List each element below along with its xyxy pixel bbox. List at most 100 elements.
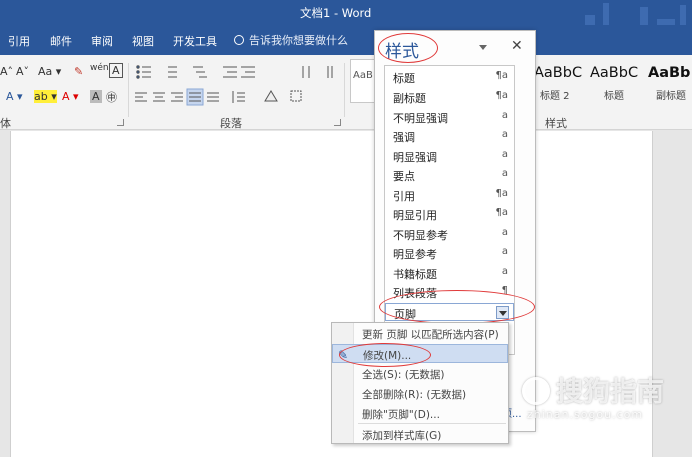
- pane-options-icon[interactable]: [479, 45, 487, 50]
- numbering-icon[interactable]: [168, 66, 177, 78]
- distributed-icon[interactable]: [207, 92, 219, 102]
- style-item-emphasis[interactable]: 强调 a: [385, 126, 514, 146]
- gallery-label-heading2: 标题 2: [540, 91, 570, 102]
- gallery-preview-subtitle[interactable]: AaBb: [648, 65, 690, 81]
- style-item-label: 明显参考: [393, 248, 437, 261]
- style-type-icon: a: [501, 168, 508, 179]
- menu-item-label: 更新 页脚 以匹配所选内容(P): [362, 329, 499, 341]
- font-color-button[interactable]: A ▾: [62, 90, 79, 103]
- style-type-icon: a: [501, 149, 508, 160]
- styles-gallery[interactable]: AaBbC 标题 2 AaBbC 标题 AaBb 副标题: [528, 61, 692, 105]
- tab-review[interactable]: 审阅: [91, 33, 113, 49]
- phonetic-guide-button[interactable]: wén: [90, 63, 109, 73]
- gallery-preview-title[interactable]: AaBbC: [590, 65, 638, 81]
- style-item-quote[interactable]: 引用 ¶a: [385, 185, 514, 205]
- style-item-intense-reference[interactable]: 明显参考 a: [385, 243, 514, 263]
- gallery-preview-heading2[interactable]: AaBbC: [534, 65, 582, 81]
- bullets-icon[interactable]: [136, 65, 151, 79]
- menu-item-remove-all[interactable]: 全部删除(R): (无数据): [332, 384, 508, 403]
- style-type-icon: ¶a: [495, 188, 509, 199]
- menu-item-label: 删除"页脚"(D)...: [362, 409, 440, 421]
- gallery-label-subtitle: 副标题: [656, 91, 686, 102]
- style-item-label: 书籍标题: [393, 268, 437, 281]
- enclose-char-button[interactable]: ㊥: [106, 89, 117, 105]
- style-type-icon: a: [501, 266, 508, 277]
- window-title: 文档1 - Word: [300, 6, 372, 20]
- close-icon[interactable]: ✕: [511, 38, 523, 54]
- style-item-intense-quote[interactable]: 明显引用 ¶a: [385, 204, 514, 224]
- decrease-indent-icon[interactable]: [223, 66, 237, 78]
- line-spacing-icon[interactable]: [232, 91, 245, 103]
- style-item-title[interactable]: 标题 ¶a: [385, 67, 514, 87]
- justify-icon[interactable]: [186, 88, 204, 106]
- style-item-book-title[interactable]: 书籍标题 a: [385, 263, 514, 283]
- change-case-button[interactable]: Aa ▾: [38, 65, 61, 78]
- style-type-icon: ¶a: [495, 70, 509, 81]
- style-item-subtle-emphasis[interactable]: 不明显强调 a: [385, 107, 514, 127]
- style-type-icon: a: [501, 227, 508, 238]
- style-context-menu: 更新 页脚 以匹配所选内容(P) ✎ 修改(M)... 全选(S): (无数据) …: [331, 322, 509, 444]
- style-item-label: 强调: [393, 131, 415, 144]
- tab-developer[interactable]: 开发工具: [173, 33, 217, 49]
- style-item-strong[interactable]: 要点 a: [385, 165, 514, 185]
- font-group-label: 体: [0, 117, 11, 130]
- borders-icon[interactable]: [290, 90, 302, 102]
- paragraph-dialog-launcher-icon[interactable]: [334, 119, 341, 126]
- group-separator: [128, 63, 129, 117]
- tab-view[interactable]: 视图: [132, 33, 154, 49]
- shading-icon[interactable]: [264, 90, 278, 102]
- menu-item-label: 添加到样式库(G): [362, 430, 442, 442]
- char-shading-button[interactable]: A: [90, 90, 102, 103]
- style-item-label: 不明显参考: [393, 229, 448, 242]
- gallery-label-title: 标题: [604, 91, 624, 102]
- style-item-label: 要点: [393, 170, 415, 183]
- style-item-label: 副标题: [393, 92, 426, 105]
- menu-item-update-to-match[interactable]: 更新 页脚 以匹配所选内容(P): [332, 324, 508, 343]
- grow-font-button[interactable]: A˄: [0, 65, 13, 78]
- align-right-icon[interactable]: [171, 92, 183, 102]
- style-item-label: 明显强调: [393, 151, 437, 164]
- style-item-label: 引用: [393, 190, 415, 203]
- text-effects-button[interactable]: A ▾: [6, 90, 23, 103]
- sogou-logo-icon: [522, 377, 550, 405]
- style-preview-text: AaB: [353, 70, 373, 81]
- style-item-subtitle[interactable]: 副标题 ¶a: [385, 87, 514, 107]
- menu-item-add-to-gallery[interactable]: 添加到样式库(G): [332, 425, 508, 444]
- sort-icon[interactable]: [302, 66, 310, 78]
- title-annotation-ellipse: [378, 33, 438, 63]
- menu-item-delete-footer[interactable]: 删除"页脚"(D)...: [332, 404, 508, 423]
- style-item-label: 明显引用: [393, 209, 437, 222]
- selected-annotation-ellipse: [379, 290, 535, 324]
- style-type-icon: a: [501, 110, 508, 121]
- char-border-button[interactable]: A: [109, 63, 123, 78]
- tell-me-placeholder: 告诉我你想要做什么: [249, 34, 348, 47]
- highlight-button[interactable]: ab ▾: [34, 90, 57, 103]
- shrink-font-button[interactable]: A˅: [16, 65, 29, 78]
- style-item-intense-emphasis[interactable]: 明显强调 a: [385, 146, 514, 166]
- tell-me-box[interactable]: 告诉我你想要做什么: [234, 32, 348, 48]
- watermark: 搜狗指南: [522, 370, 664, 409]
- style-type-icon: a: [501, 129, 508, 140]
- clear-format-icon[interactable]: ✎: [74, 65, 83, 78]
- search-icon: [234, 35, 244, 45]
- align-left-icon[interactable]: [135, 92, 147, 102]
- watermark-brand: 搜狗指南: [556, 377, 664, 408]
- tab-references[interactable]: 引用: [8, 33, 30, 49]
- style-item-label: 不明显强调: [393, 112, 448, 125]
- style-item-subtle-reference[interactable]: 不明显参考 a: [385, 224, 514, 244]
- watermark-url: zhinan.sogou.com: [527, 408, 644, 421]
- align-center-icon[interactable]: [153, 92, 165, 102]
- style-type-icon: ¶a: [495, 90, 509, 101]
- show-marks-icon[interactable]: [327, 66, 333, 78]
- menu-item-label: 全选(S): (无数据): [362, 369, 445, 381]
- style-type-icon: ¶a: [495, 207, 509, 218]
- font-dialog-launcher-icon[interactable]: [117, 119, 124, 126]
- paragraph-group-label: 段落: [220, 117, 242, 130]
- menu-item-select-all[interactable]: 全选(S): (无数据): [332, 364, 508, 383]
- increase-indent-icon[interactable]: [241, 66, 255, 78]
- menu-item-label: 全部删除(R): (无数据): [362, 389, 467, 401]
- multilevel-list-icon[interactable]: [193, 66, 207, 78]
- tab-mailings[interactable]: 邮件: [50, 33, 72, 49]
- modify-annotation-ellipse: [339, 343, 431, 367]
- ribbon-tabs: 引用 邮件 审阅 视图 开发工具 告诉我你想要做什么: [0, 25, 692, 55]
